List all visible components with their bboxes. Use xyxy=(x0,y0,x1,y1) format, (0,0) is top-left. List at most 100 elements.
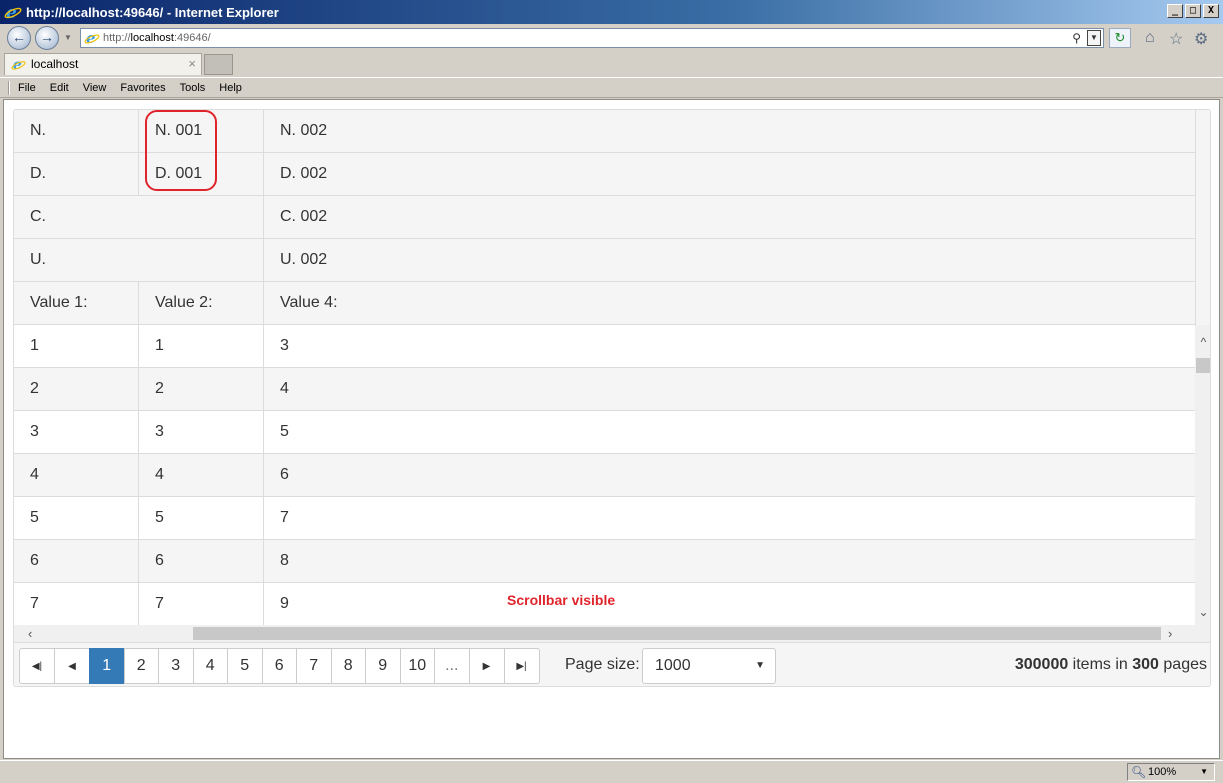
pager-buttons: ◀​| ◀ 1 2 3 4 5 6 7 8 9 10 ... ▶ ▶​| xyxy=(19,648,540,684)
page-button-1[interactable]: 1 xyxy=(89,648,125,684)
menu-help[interactable]: Help xyxy=(219,82,242,94)
table-cell: 7 xyxy=(280,509,289,526)
page-button-3[interactable]: 3 xyxy=(158,648,194,684)
previous-page-icon: ◀ xyxy=(68,660,76,672)
header-cell: C. xyxy=(14,196,264,238)
table-row[interactable]: 3 3 5 xyxy=(14,411,1195,454)
table-cell: 1 xyxy=(14,325,139,367)
table-cell: 8 xyxy=(280,552,289,569)
search-icon[interactable]: ⚲ xyxy=(1072,29,1081,47)
maximize-button[interactable]: □ xyxy=(1185,4,1201,18)
table-row[interactable]: 2 2 4 xyxy=(14,368,1195,411)
url-port: :49646/ xyxy=(173,32,211,44)
scroll-down-icon[interactable]: ⌄ xyxy=(1195,605,1210,619)
zoom-icon: 🔍︎ xyxy=(1131,765,1147,779)
new-tab-button[interactable] xyxy=(204,54,233,75)
address-bar[interactable]: e http://localhost:49646/ ⚲ ▼ xyxy=(80,28,1104,48)
table-cell: 3 xyxy=(14,411,139,453)
favorites-star-icon[interactable]: ☆ xyxy=(1169,29,1183,49)
page-button-7[interactable]: 7 xyxy=(296,648,332,684)
page-button-8[interactable]: 8 xyxy=(330,648,366,684)
horizontal-scroll-thumb[interactable] xyxy=(193,627,1161,640)
menu-bar: File Edit View Favorites Tools Help xyxy=(0,77,1223,98)
header-cell: D. 002 xyxy=(280,165,328,182)
gear-icon[interactable]: ⚙ xyxy=(1194,29,1208,49)
page-button-5[interactable]: 5 xyxy=(227,648,263,684)
table-row[interactable]: 6 6 8 xyxy=(14,540,1195,583)
more-pages-button[interactable]: ... xyxy=(434,648,470,684)
menu-file[interactable]: File xyxy=(18,82,36,94)
back-button[interactable]: ← xyxy=(7,26,31,50)
table-cell: 1 xyxy=(139,325,264,367)
next-page-icon: ▶ xyxy=(482,660,491,672)
navigation-bar: ← → ▼ e http://localhost:49646/ ⚲ ▼ ↻ ⌂ … xyxy=(0,24,1223,52)
address-dropdown-icon[interactable]: ▼ xyxy=(1087,30,1101,46)
previous-page-button[interactable]: ◀ xyxy=(54,648,90,684)
minimize-button[interactable]: _ xyxy=(1167,4,1183,18)
table-cell: 4 xyxy=(139,454,264,496)
zoom-dropdown-icon: ▼ xyxy=(1200,767,1208,776)
table-cell: 7 xyxy=(14,583,139,625)
table-row[interactable]: 1 1 3 xyxy=(14,325,1195,368)
page-button-10[interactable]: 10 xyxy=(399,648,435,684)
table-row[interactable]: 4 4 6 xyxy=(14,454,1195,497)
menu-favorites[interactable]: Favorites xyxy=(120,82,165,94)
zoom-control[interactable]: 🔍︎ 100% ▼ xyxy=(1127,763,1215,781)
menu-edit[interactable]: Edit xyxy=(50,82,69,94)
close-tab-icon[interactable]: × xyxy=(188,54,196,74)
table-cell: 4 xyxy=(14,454,139,496)
page-button-9[interactable]: 9 xyxy=(365,648,401,684)
column-header-value-2[interactable]: Value 2: xyxy=(139,282,264,324)
total-pages: 300 xyxy=(1132,656,1159,673)
table-cell: 3 xyxy=(280,337,289,354)
table-cell: 7 xyxy=(139,583,264,625)
table-cell: 3 xyxy=(139,411,264,453)
internet-explorer-icon: e xyxy=(4,3,22,21)
header-row-c: C. C. 002 xyxy=(14,196,1195,239)
back-arrow-icon: ← xyxy=(12,29,26,45)
table-cell: 6 xyxy=(139,540,264,582)
page-button-2[interactable]: 2 xyxy=(123,648,159,684)
menu-view[interactable]: View xyxy=(83,82,107,94)
header-cell: N. xyxy=(14,110,139,152)
scroll-up-icon[interactable]: ^ xyxy=(1195,335,1210,349)
tab-favicon-icon: e xyxy=(11,57,26,72)
next-page-button[interactable]: ▶ xyxy=(468,648,505,684)
page-size-select[interactable]: 1000 ▼ xyxy=(642,648,776,684)
page-size-label: Page size: xyxy=(565,656,640,673)
pages-text: pages xyxy=(1158,656,1207,673)
scroll-corner xyxy=(1195,625,1210,642)
horizontal-scrollbar[interactable]: ‹ › xyxy=(14,625,1195,642)
refresh-button[interactable]: ↻ xyxy=(1109,28,1131,48)
table-row[interactable]: 5 5 7 xyxy=(14,497,1195,540)
table-cell: 5 xyxy=(139,497,264,539)
last-page-button[interactable]: ▶​| xyxy=(503,648,540,684)
first-page-button[interactable]: ◀​| xyxy=(19,648,55,684)
column-header-value-1[interactable]: Value 1: xyxy=(14,282,139,324)
header-scroll-gutter xyxy=(1195,110,1210,325)
forward-button[interactable]: → xyxy=(35,26,59,50)
header-cell: D. xyxy=(14,153,139,195)
scroll-left-icon[interactable]: ‹ xyxy=(28,625,32,642)
chevron-down-icon: ▼ xyxy=(755,660,765,671)
red-highlight-callout xyxy=(145,110,217,191)
table-cell: 5 xyxy=(280,423,289,440)
page-content: N. N. 001 N. 002 D. D. 001 D. 002 C. C. … xyxy=(3,99,1220,759)
column-header-value-4[interactable]: Value 4: xyxy=(264,282,1195,324)
scroll-right-icon[interactable]: › xyxy=(1168,625,1172,642)
tab-localhost[interactable]: e localhost × xyxy=(4,53,202,75)
menu-tools[interactable]: Tools xyxy=(180,82,206,94)
header-row-values: Value 1: Value 2: Value 4: xyxy=(14,282,1195,325)
home-icon[interactable]: ⌂ xyxy=(1145,29,1155,47)
table-cell: 2 xyxy=(139,368,264,410)
vertical-scrollbar[interactable]: ^ ⌄ xyxy=(1195,325,1210,625)
header-cell: U. xyxy=(14,239,264,281)
close-window-button[interactable]: X xyxy=(1203,4,1219,18)
vertical-scroll-thumb[interactable] xyxy=(1196,358,1210,373)
table-cell: 4 xyxy=(280,380,289,397)
total-items: 300000 xyxy=(1014,656,1069,673)
page-button-6[interactable]: 6 xyxy=(261,648,297,684)
page-button-4[interactable]: 4 xyxy=(192,648,228,684)
scrollbar-annotation: Scrollbar visible xyxy=(507,592,616,608)
history-dropdown-icon[interactable]: ▼ xyxy=(64,33,72,42)
